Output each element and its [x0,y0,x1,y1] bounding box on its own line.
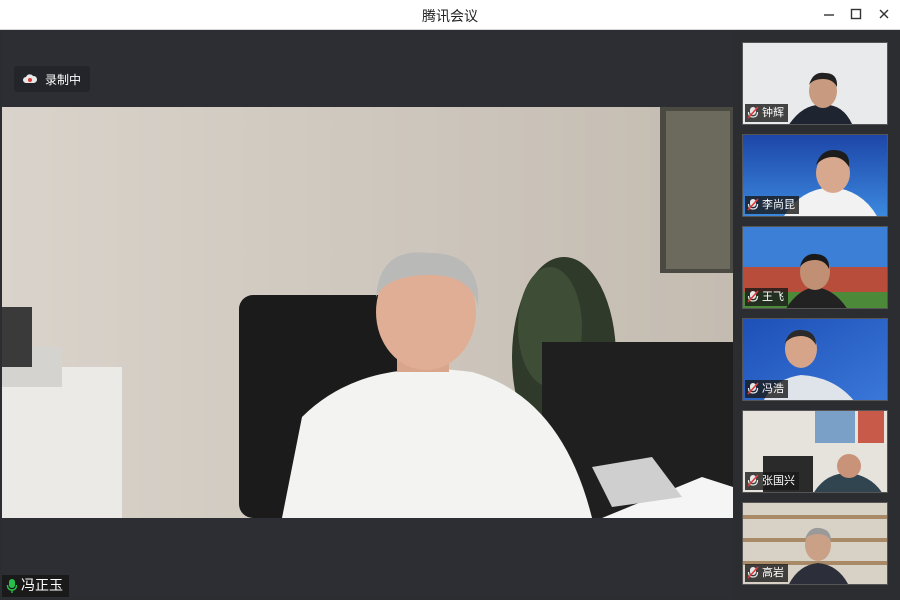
participant-name: 王飞 [762,290,784,303]
recording-label: 录制中 [45,73,82,87]
participant-name: 张国兴 [762,474,795,487]
maximize-icon [850,8,862,20]
muted-mic-icon [747,290,759,303]
participant-tile[interactable]: 钟辉 [742,42,888,125]
participant-tile[interactable]: 李尚昆 [742,134,888,217]
muted-mic-icon [747,382,759,395]
active-speaker-video[interactable] [2,107,733,518]
window-title: 腾讯会议 [422,9,478,25]
participant-name-tag: 王飞 [745,288,788,306]
muted-mic-icon [747,474,759,487]
participant-name-tag: 高岩 [745,564,788,582]
muted-mic-icon [747,566,759,579]
participant-name: 高岩 [762,566,784,579]
main-stage: 录制中 [2,30,733,598]
participant-name: 冯浩 [762,382,784,395]
minimize-button[interactable] [818,4,840,24]
participant-name-tag: 张国兴 [745,472,799,490]
minimize-icon [824,14,834,16]
active-speaker-name: 冯正玉 [21,578,63,594]
maximize-button[interactable] [845,4,867,24]
muted-mic-icon [747,106,759,119]
participant-name-tag: 李尚昆 [745,196,799,214]
participant-tile[interactable]: 王飞 [742,226,888,309]
participant-name: 钟辉 [762,106,784,119]
participant-name-tag: 冯浩 [745,380,788,398]
participant-sidebar: 钟辉 李尚昆 王飞 冯浩 张国兴 高岩 [735,30,900,600]
close-icon [879,9,889,19]
close-button[interactable] [873,4,895,24]
muted-mic-icon [747,198,759,211]
participant-name: 李尚昆 [762,198,795,211]
cloud-record-icon [23,74,38,83]
title-bar: 腾讯会议 [0,0,900,30]
participant-tile[interactable]: 高岩 [742,502,888,585]
participant-name-tag: 钟辉 [745,104,788,122]
recording-badge[interactable]: 录制中 [14,66,90,92]
microphone-icon [6,579,18,593]
speaker-video-frame [2,107,733,518]
active-speaker-tag: 冯正玉 [2,575,69,597]
participant-tile[interactable]: 冯浩 [742,318,888,401]
participant-tile[interactable]: 张国兴 [742,410,888,493]
